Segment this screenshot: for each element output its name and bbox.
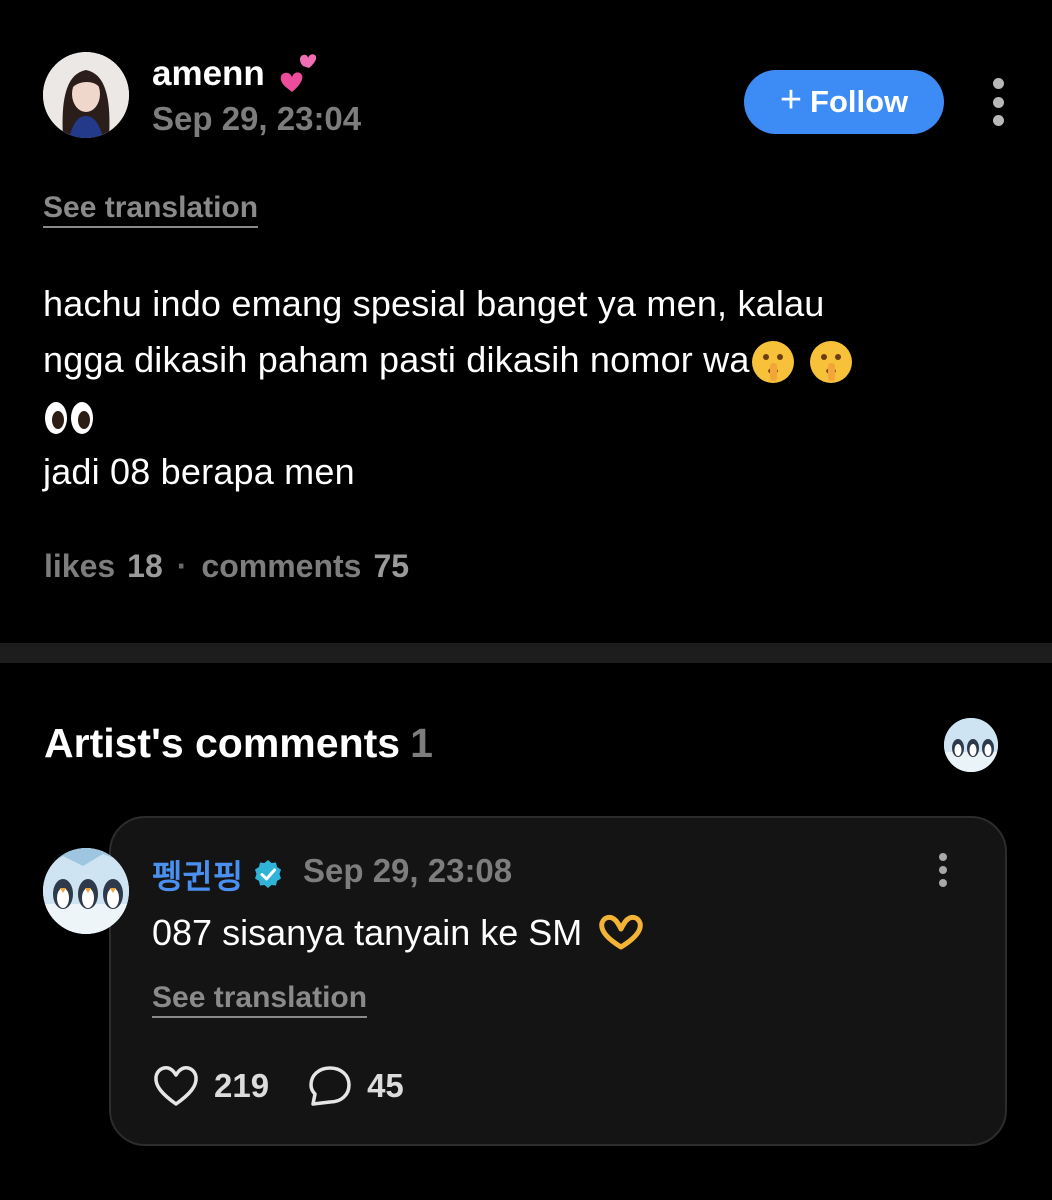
post-stats: likes 18 · comments 75 bbox=[44, 548, 409, 585]
heart-hands-icon bbox=[599, 914, 644, 950]
commenter-name[interactable]: 펭귄핑 bbox=[152, 850, 283, 898]
follow-label: Follow bbox=[810, 84, 909, 119]
plus-icon: + bbox=[779, 79, 803, 121]
likes-count: 18 bbox=[127, 548, 163, 584]
commenter-name-text[interactable]: 펭귄핑 bbox=[152, 850, 243, 898]
author-name[interactable]: amenn bbox=[152, 52, 323, 96]
eyes-icon bbox=[45, 402, 93, 435]
comment-text: 087 sisanya tanyain ke SM bbox=[152, 912, 646, 954]
artist-avatar-small[interactable] bbox=[944, 718, 998, 772]
artist-comments-heading: Artist's comments 1 bbox=[44, 720, 433, 767]
post-more-options-icon[interactable] bbox=[988, 78, 1008, 126]
like-action[interactable]: 219 bbox=[152, 1064, 269, 1108]
verified-badge-icon bbox=[255, 860, 282, 888]
speech-bubble-icon[interactable] bbox=[307, 1064, 353, 1108]
two-hearts-icon bbox=[280, 54, 316, 92]
comment-see-translation-link[interactable]: See translation bbox=[152, 982, 368, 1018]
artist-comments-count: 1 bbox=[410, 720, 433, 766]
reply-count: 45 bbox=[367, 1067, 404, 1104]
post: amenn Sep 29, 23:04 + Follow See transla… bbox=[0, 0, 1052, 643]
like-count: 219 bbox=[214, 1067, 270, 1104]
comment-more-options-icon[interactable] bbox=[935, 853, 951, 887]
comment-actions: 219 45 bbox=[152, 1064, 442, 1108]
reply-action[interactable]: 45 bbox=[307, 1064, 404, 1108]
shushing-face-icon bbox=[751, 341, 794, 384]
comments-count: 75 bbox=[373, 548, 410, 584]
artist-comments-title: Artist's comments bbox=[44, 720, 401, 766]
section-divider bbox=[0, 643, 1052, 663]
commenter-avatar[interactable] bbox=[43, 848, 129, 934]
stats-separator: · bbox=[176, 548, 188, 584]
post-date: Sep 29, 23:04 bbox=[152, 100, 362, 137]
see-translation-link[interactable]: See translation bbox=[43, 192, 259, 228]
comment-text-content: 087 sisanya tanyain ke SM bbox=[152, 912, 583, 953]
post-body-line: ngga dikasih paham pasti dikasih nomor w… bbox=[43, 332, 1013, 388]
post-body: hachu indo emang spesial banget ya men, … bbox=[43, 276, 1013, 500]
comments-label[interactable]: comments bbox=[201, 548, 361, 585]
comment-date: Sep 29, 23:08 bbox=[303, 852, 513, 889]
post-body-line: jadi 08 berapa men bbox=[43, 451, 355, 492]
shushing-face-icon bbox=[809, 341, 852, 384]
author-name-text[interactable]: amenn bbox=[152, 54, 265, 94]
author-avatar[interactable] bbox=[43, 52, 129, 138]
follow-button[interactable]: + Follow bbox=[744, 70, 944, 134]
post-body-line bbox=[43, 388, 1013, 444]
post-body-line: hachu indo emang spesial banget ya men, … bbox=[43, 283, 825, 324]
likes-label[interactable]: likes bbox=[44, 548, 115, 585]
heart-outline-icon[interactable] bbox=[152, 1064, 200, 1108]
